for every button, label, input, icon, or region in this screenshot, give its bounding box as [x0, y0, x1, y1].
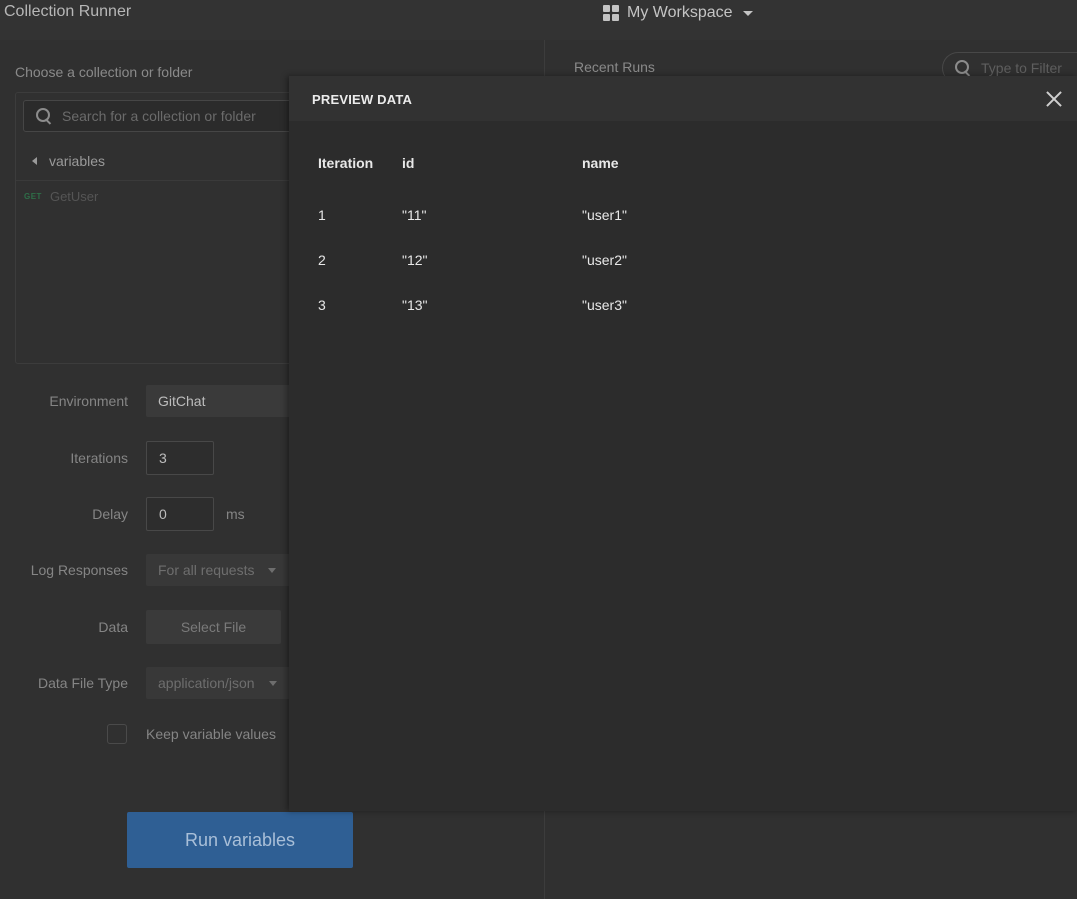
collection-runner-window: Collection Runner My Workspace Choose a …: [0, 0, 1077, 899]
delay-input[interactable]: 0: [146, 497, 214, 531]
chevron-down-icon: [268, 680, 277, 686]
request-item[interactable]: GET GetUser: [24, 189, 98, 204]
filter-input[interactable]: [981, 60, 1071, 76]
grid-icon: [603, 5, 619, 21]
table-cell: 2: [318, 252, 326, 268]
delay-unit: ms: [226, 506, 245, 522]
search-icon: [955, 60, 971, 76]
collection-search-input[interactable]: [62, 108, 282, 124]
choose-collection-label: Choose a collection or folder: [15, 64, 193, 80]
table-cell: "13": [402, 297, 428, 313]
modal-header: PREVIEW DATA: [289, 76, 1077, 121]
close-icon[interactable]: [1045, 90, 1063, 108]
log-responses-select[interactable]: For all requests: [146, 554, 296, 586]
preview-data-modal: PREVIEW DATA Iteration id name 1 "11" "u…: [289, 76, 1077, 811]
column-header-id: id: [402, 155, 415, 171]
data-label: Data: [98, 619, 128, 635]
data-file-type-value: application/json: [158, 675, 255, 691]
collection-item-variables[interactable]: variables: [16, 141, 316, 181]
log-responses-label: Log Responses: [30, 562, 128, 578]
environment-select[interactable]: GitChat: [146, 385, 296, 417]
log-responses-value: For all requests: [158, 562, 255, 578]
iterations-input[interactable]: 3: [146, 441, 214, 475]
table-cell: 1: [318, 207, 326, 223]
table-cell: 3: [318, 297, 326, 313]
chevron-left-icon[interactable]: [32, 156, 37, 165]
data-file-type-select[interactable]: application/json: [146, 667, 296, 699]
iterations-label: Iterations: [70, 450, 128, 466]
table-cell: "11": [402, 207, 427, 223]
modal-title: PREVIEW DATA: [312, 92, 413, 107]
chevron-down-icon: [742, 10, 753, 16]
column-header-name: name: [582, 155, 619, 171]
search-icon: [36, 108, 52, 124]
workspace-label: My Workspace: [627, 4, 733, 21]
table-cell: "user2": [582, 252, 627, 268]
collection-picker: variables GET GetUser: [15, 92, 316, 364]
run-button[interactable]: Run variables: [127, 812, 353, 868]
workspace-switcher[interactable]: My Workspace: [603, 3, 753, 23]
collection-search[interactable]: [23, 100, 313, 132]
table-cell: "user1": [582, 207, 627, 223]
app-title: Collection Runner: [4, 3, 132, 20]
keep-variable-values-checkbox[interactable]: [107, 724, 127, 744]
environment-label: Environment: [49, 393, 128, 409]
recent-runs-title: Recent Runs: [574, 59, 655, 75]
collection-name: variables: [49, 152, 106, 169]
data-file-type-label: Data File Type: [37, 675, 128, 691]
method-badge: GET: [24, 192, 42, 201]
column-header-iteration: Iteration: [318, 155, 374, 171]
select-file-button[interactable]: Select File: [146, 610, 281, 644]
delay-label: Delay: [92, 506, 128, 522]
table-cell: "12": [402, 252, 428, 268]
chevron-down-icon: [268, 567, 277, 573]
title-bar: Collection Runner My Workspace: [0, 0, 1077, 40]
table-cell: "user3": [582, 297, 627, 313]
request-name: GetUser: [49, 189, 99, 204]
keep-variable-values-label: Keep variable values: [146, 726, 276, 742]
